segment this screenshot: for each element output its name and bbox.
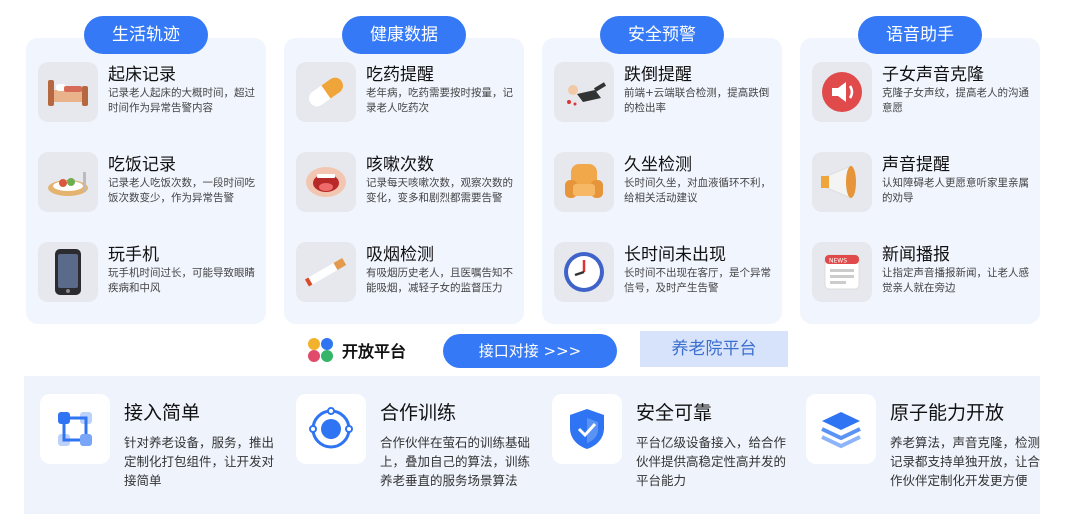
feature-desc: 前端+云端联合检测，提高跌倒的检出率 — [624, 87, 770, 114]
card-life-track: 生活轨迹 起床记录 记录老人起床的大概时间，超过时间作为异常告警内容 吃饭记录 … — [26, 16, 266, 324]
advantage-desc: 针对养老设备，服务，推出定制化打包组件，让开发对接简单 — [124, 435, 275, 488]
feature-meal[interactable]: 吃饭记录 记录老人吃饭次数，一段时间吃饭次数变少，作为异常告警 — [38, 150, 260, 222]
feature-desc: 认知障碍老人更愿意听家里亲属的劝导 — [882, 177, 1029, 204]
bed-icon — [38, 62, 98, 122]
layers-icon — [806, 394, 876, 464]
nursing-home-platform-tag[interactable]: 养老院平台 — [640, 331, 788, 367]
feature-title: 新闻播报 — [882, 245, 950, 265]
news-icon: NEWS — [812, 242, 872, 302]
feature-cough[interactable]: 咳嗽次数 记录每天咳嗽次数，观察次数的变化，变多和剧烈都需要告警 — [296, 150, 518, 222]
feature-absence[interactable]: 长时间未出现 长时间不出现在客厅，是个异常信号，及时产生告警 — [554, 240, 776, 312]
feature-desc: 记录老人起床的大概时间，超过时间作为异常告警内容 — [108, 87, 255, 114]
feature-title: 吸烟检测 — [366, 245, 434, 265]
page: 生活轨迹 起床记录 记录老人起床的大概时间，超过时间作为异常告警内容 吃饭记录 … — [0, 0, 1080, 514]
advantage-title: 合作训练 — [380, 402, 457, 424]
mouth-icon — [296, 152, 356, 212]
phone-icon — [38, 242, 98, 302]
feature-desc: 玩手机时间过长，可能导致眼睛疾病和中风 — [108, 267, 255, 294]
news-badge: NEWS — [829, 258, 847, 265]
feature-smoking[interactable]: 吸烟检测 有吸烟历史老人，且医嘱告知不能吸烟，减轻子女的监督压力 — [296, 240, 518, 312]
section-title: 生活轨迹 — [84, 16, 208, 54]
feature-title: 玩手机 — [108, 245, 159, 265]
megaphone-icon — [812, 152, 872, 212]
section-title: 安全预警 — [600, 16, 724, 54]
feature-desc: 记录每天咳嗽次数，观察次数的变化，变多和剧烈都需要告警 — [366, 177, 513, 204]
feature-title: 久坐检测 — [624, 155, 692, 175]
feature-news[interactable]: NEWS 新闻播报 让指定声音播报新闻，让老人感觉亲人就在旁边 — [812, 240, 1034, 312]
feature-title: 吃药提醒 — [366, 65, 434, 85]
feature-sitting[interactable]: 久坐检测 长时间久坐，对血液循环不利，给相关活动建议 — [554, 150, 776, 222]
feature-title: 子女声音克隆 — [882, 65, 984, 85]
advantage-desc: 平台亿级设备接入，给合作伙伴提供高稳定性高并发的平台能力 — [636, 435, 787, 488]
armchair-icon — [554, 152, 614, 212]
advantage-easy-access[interactable]: 接入简单 针对养老设备，服务，推出定制化打包组件，让开发对接简单 — [24, 386, 274, 514]
feature-title: 咳嗽次数 — [366, 155, 434, 175]
feature-title: 声音提醒 — [882, 155, 950, 175]
card-safety-alert: 安全预警 跌倒提醒 前端+云端联合检测，提高跌倒的检出率 久坐检测 长时间久坐，… — [542, 16, 782, 324]
feature-wakeup[interactable]: 起床记录 记录老人起床的大概时间，超过时间作为异常告警内容 — [38, 60, 260, 132]
feature-title: 跌倒提醒 — [624, 65, 692, 85]
feature-voice-clone[interactable]: 子女声音克隆 克隆子女声纹，提高老人的沟通意愿 — [812, 60, 1034, 132]
advantage-title: 安全可靠 — [636, 402, 713, 424]
platform-logo-icon — [308, 338, 333, 362]
pill-icon — [296, 62, 356, 122]
feature-medicine[interactable]: 吃药提醒 老年病，吃药需要按时按量，记录老人吃药次 — [296, 60, 518, 132]
clock-icon — [554, 242, 614, 302]
feature-desc: 长时间不出现在客厅，是个异常信号，及时产生告警 — [624, 267, 771, 294]
feature-desc: 老年病，吃药需要按时按量，记录老人吃药次 — [366, 87, 513, 114]
platform-advantages: 接入简单 针对养老设备，服务，推出定制化打包组件，让开发对接简单 合作训练 合作… — [24, 376, 1040, 514]
advantage-co-training[interactable]: 合作训练 合作伙伴在萤石的训练基础上，叠加自己的算法，训练养老垂直的服务场景算法 — [280, 386, 530, 514]
section-title: 健康数据 — [342, 16, 466, 54]
advantage-desc: 养老算法，声音克隆，检测记录都支持单独开放，让合作伙伴定制化开发更方便 — [890, 435, 1041, 488]
target-icon — [296, 394, 366, 464]
connect-icon — [40, 394, 110, 464]
speaker-icon — [812, 62, 872, 122]
platform-label: 开放平台 — [342, 342, 407, 361]
advantage-desc: 合作伙伴在萤石的训练基础上，叠加自己的算法，训练养老垂直的服务场景算法 — [380, 435, 531, 488]
open-platform-logo: 开放平台 — [306, 337, 406, 363]
feature-fall[interactable]: 跌倒提醒 前端+云端联合检测，提高跌倒的检出率 — [554, 60, 776, 132]
feature-title: 长时间未出现 — [624, 245, 726, 265]
fall-icon — [554, 62, 614, 122]
feature-title: 起床记录 — [108, 65, 176, 85]
advantage-title: 接入简单 — [124, 402, 201, 424]
advantage-title: 原子能力开放 — [890, 402, 1005, 424]
meal-icon — [38, 152, 98, 212]
card-health-data: 健康数据 吃药提醒 老年病，吃药需要按时按量，记录老人吃药次 咳嗽次数 记录每天… — [284, 16, 524, 324]
feature-desc: 有吸烟历史老人，且医嘱告知不能吸烟，减轻子女的监督压力 — [366, 267, 513, 294]
feature-desc: 长时间久坐，对血液循环不利，给相关活动建议 — [624, 177, 771, 204]
advantage-secure[interactable]: 安全可靠 平台亿级设备接入，给合作伙伴提供高稳定性高并发的平台能力 — [536, 386, 786, 514]
card-voice-assistant: 语音助手 子女声音克隆 克隆子女声纹，提高老人的沟通意愿 声音提醒 认知障碍老人… — [800, 16, 1040, 324]
feature-phone[interactable]: 玩手机 玩手机时间过长，可能导致眼睛疾病和中风 — [38, 240, 260, 312]
feature-desc: 让指定声音播报新闻，让老人感觉亲人就在旁边 — [882, 267, 1029, 294]
shield-icon — [552, 394, 622, 464]
advantage-atomic-capabilities[interactable]: 原子能力开放 养老算法，声音克隆，检测记录都支持单独开放，让合作伙伴定制化开发更… — [790, 386, 1040, 514]
interface-docking-button[interactable]: 接口对接 >>> — [443, 334, 617, 368]
feature-desc: 记录老人吃饭次数，一段时间吃饭次数变少，作为异常告警 — [108, 177, 255, 204]
feature-voice-reminder[interactable]: 声音提醒 认知障碍老人更愿意听家里亲属的劝导 — [812, 150, 1034, 222]
feature-desc: 克隆子女声纹，提高老人的沟通意愿 — [882, 87, 1029, 114]
feature-title: 吃饭记录 — [108, 155, 176, 175]
section-title: 语音助手 — [858, 16, 982, 54]
cigarette-icon — [296, 242, 356, 302]
